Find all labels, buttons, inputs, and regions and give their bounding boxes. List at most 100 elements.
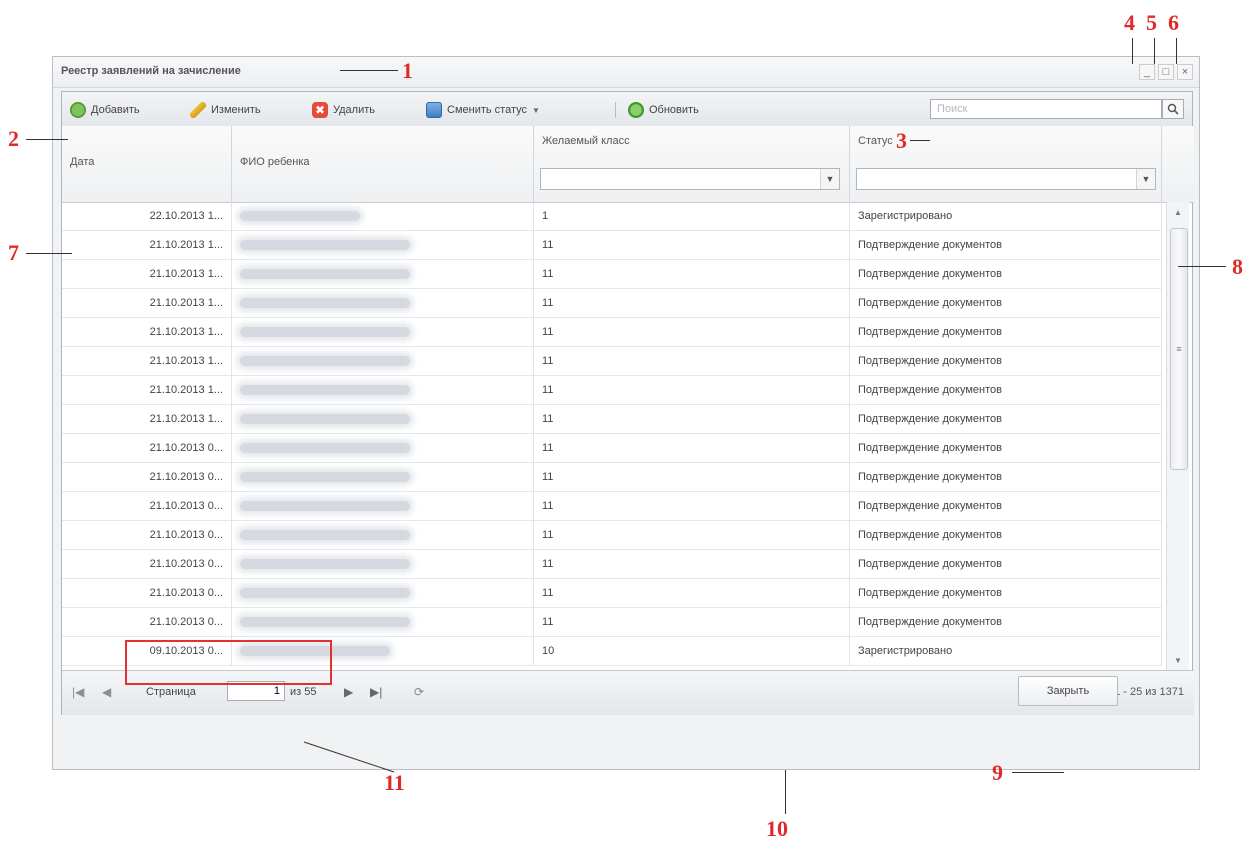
redacted-name-blur	[240, 559, 410, 570]
window-title: Реестр заявлений на зачисление	[61, 65, 241, 77]
redacted-name-blur	[240, 501, 410, 512]
cell-class: 10	[534, 637, 850, 666]
annotation-7: 7	[8, 240, 19, 265]
edit-button[interactable]: Изменить	[190, 101, 261, 119]
cell-class: 11	[534, 521, 850, 550]
table-row[interactable]: 21.10.2013 0... 11 Подтверждение документо…	[62, 608, 1162, 637]
annotation-2: 2	[8, 126, 19, 151]
table-row[interactable]: 21.10.2013 1... 11 Подтверждение документо…	[62, 376, 1162, 405]
cell-status: Подтверждение документов	[850, 463, 1162, 492]
chevron-down-icon[interactable]: ▼	[820, 169, 839, 189]
table-row[interactable]: 21.10.2013 1... 11 Подтверждение документо…	[62, 231, 1162, 260]
cell-status: Подтверждение документов	[850, 231, 1162, 260]
close-button[interactable]: Закрыть	[1018, 676, 1118, 706]
cell-date: 21.10.2013 0...	[62, 434, 232, 463]
search-button[interactable]	[1162, 99, 1184, 119]
cell-class: 11	[534, 405, 850, 434]
toolbar: Добавить Изменить ✖ Удалить Сменить стат…	[62, 92, 1192, 127]
redacted-name-blur	[240, 472, 410, 483]
window-titlebar[interactable]: Реестр заявлений на зачисление _ □ ×	[53, 57, 1199, 88]
column-label: Дата	[70, 156, 95, 168]
scroll-down-icon[interactable]: ▼	[1167, 652, 1189, 668]
minimize-icon[interactable]: _	[1139, 64, 1155, 80]
column-header-date[interactable]: Дата	[62, 126, 232, 202]
cell-name-redacted	[232, 289, 534, 318]
redacted-name-blur	[240, 211, 360, 222]
table-row[interactable]: 21.10.2013 0... 11 Подтверждение документо…	[62, 550, 1162, 579]
cell-date: 21.10.2013 1...	[62, 231, 232, 260]
change-status-button[interactable]: Сменить статус ▼	[426, 101, 540, 119]
table-row[interactable]: 21.10.2013 0... 11 Подтверждение документо…	[62, 492, 1162, 521]
table-row[interactable]: 21.10.2013 1... 11 Подтверждение документо…	[62, 260, 1162, 289]
annotation-5: 5	[1146, 10, 1157, 35]
first-page-icon[interactable]: |◀	[72, 685, 84, 699]
delete-label: Удалить	[333, 104, 375, 116]
table-row[interactable]: 21.10.2013 1... 11 Подтверждение документо…	[62, 405, 1162, 434]
cell-class: 11	[534, 376, 850, 405]
table-body: 22.10.2013 1... 1 Зарегистрировано 21.10.20…	[62, 202, 1162, 670]
cell-class: 11	[534, 231, 850, 260]
scrollbar-thumb[interactable]: ≡	[1170, 228, 1188, 470]
cell-status: Подтверждение документов	[850, 550, 1162, 579]
chevron-down-icon[interactable]: ▼	[1136, 169, 1155, 189]
table-row[interactable]: 22.10.2013 1... 1 Зарегистрировано	[62, 202, 1162, 231]
cell-class: 11	[534, 347, 850, 376]
table-row[interactable]: 21.10.2013 0... 11 Подтверждение документо…	[62, 463, 1162, 492]
delete-icon: ✖	[312, 102, 328, 118]
search-input[interactable]	[930, 99, 1162, 119]
cell-class: 11	[534, 434, 850, 463]
cell-status: Подтверждение документов	[850, 579, 1162, 608]
table-row[interactable]: 21.10.2013 0... 11 Подтверждение документо…	[62, 521, 1162, 550]
refresh-page-icon[interactable]: ⟳	[414, 685, 424, 699]
cell-name-redacted	[232, 318, 534, 347]
pager-highlight-box	[125, 640, 332, 685]
annotation-line	[1178, 266, 1226, 267]
column-header-class[interactable]: Желаемый класс ▼	[534, 126, 850, 202]
redacted-name-blur	[240, 617, 410, 628]
cell-class: 11	[534, 550, 850, 579]
cell-class: 11	[534, 492, 850, 521]
cell-date: 21.10.2013 1...	[62, 405, 232, 434]
annotation-1: 1	[402, 58, 413, 83]
table-row[interactable]: 21.10.2013 1... 11 Подтверждение документо…	[62, 347, 1162, 376]
refresh-button[interactable]: Обновить	[628, 101, 699, 119]
next-page-icon[interactable]: ▶	[344, 685, 353, 699]
table-row[interactable]: 21.10.2013 1... 11 Подтверждение документо…	[62, 318, 1162, 347]
annotation-line	[785, 770, 786, 814]
column-header-name[interactable]: ФИО ребенка	[232, 126, 534, 202]
cell-name-redacted	[232, 231, 534, 260]
add-button[interactable]: Добавить	[70, 101, 140, 119]
cell-name-redacted	[232, 434, 534, 463]
cell-status: Зарегистрировано	[850, 637, 1162, 666]
cell-class: 11	[534, 463, 850, 492]
close-icon[interactable]: ×	[1177, 64, 1193, 80]
class-filter-select[interactable]: ▼	[540, 168, 840, 190]
cell-name-redacted	[232, 579, 534, 608]
annotation-6: 6	[1168, 10, 1179, 35]
table-row[interactable]: 21.10.2013 0... 11 Подтверждение документо…	[62, 579, 1162, 608]
cell-date: 21.10.2013 1...	[62, 260, 232, 289]
delete-button[interactable]: ✖ Удалить	[312, 101, 375, 119]
chevron-down-icon: ▼	[532, 105, 540, 115]
toolbar-separator	[615, 102, 616, 118]
redacted-name-blur	[240, 588, 410, 599]
vertical-scrollbar[interactable]: ▲ ≡ ▼	[1166, 202, 1189, 670]
prev-page-icon[interactable]: ◀	[102, 685, 111, 699]
annotation-10: 10	[766, 816, 788, 841]
redacted-name-blur	[240, 240, 410, 251]
status-filter-select[interactable]: ▼	[856, 168, 1156, 190]
annotation-3: 3	[896, 128, 907, 153]
maximize-icon[interactable]: □	[1158, 64, 1174, 80]
refresh-icon	[628, 102, 644, 118]
table-row[interactable]: 21.10.2013 0... 11 Подтверждение документо…	[62, 434, 1162, 463]
annotation-line	[1132, 38, 1133, 64]
annotation-line	[26, 253, 72, 254]
table-row[interactable]: 21.10.2013 1... 11 Подтверждение документо…	[62, 289, 1162, 318]
column-label: ФИО ребенка	[240, 156, 310, 168]
cell-date: 21.10.2013 0...	[62, 550, 232, 579]
cell-status: Зарегистрировано	[850, 202, 1162, 231]
cell-name-redacted	[232, 492, 534, 521]
cell-name-redacted	[232, 347, 534, 376]
last-page-icon[interactable]: ▶|	[370, 685, 382, 699]
scroll-up-icon[interactable]: ▲	[1167, 204, 1189, 220]
